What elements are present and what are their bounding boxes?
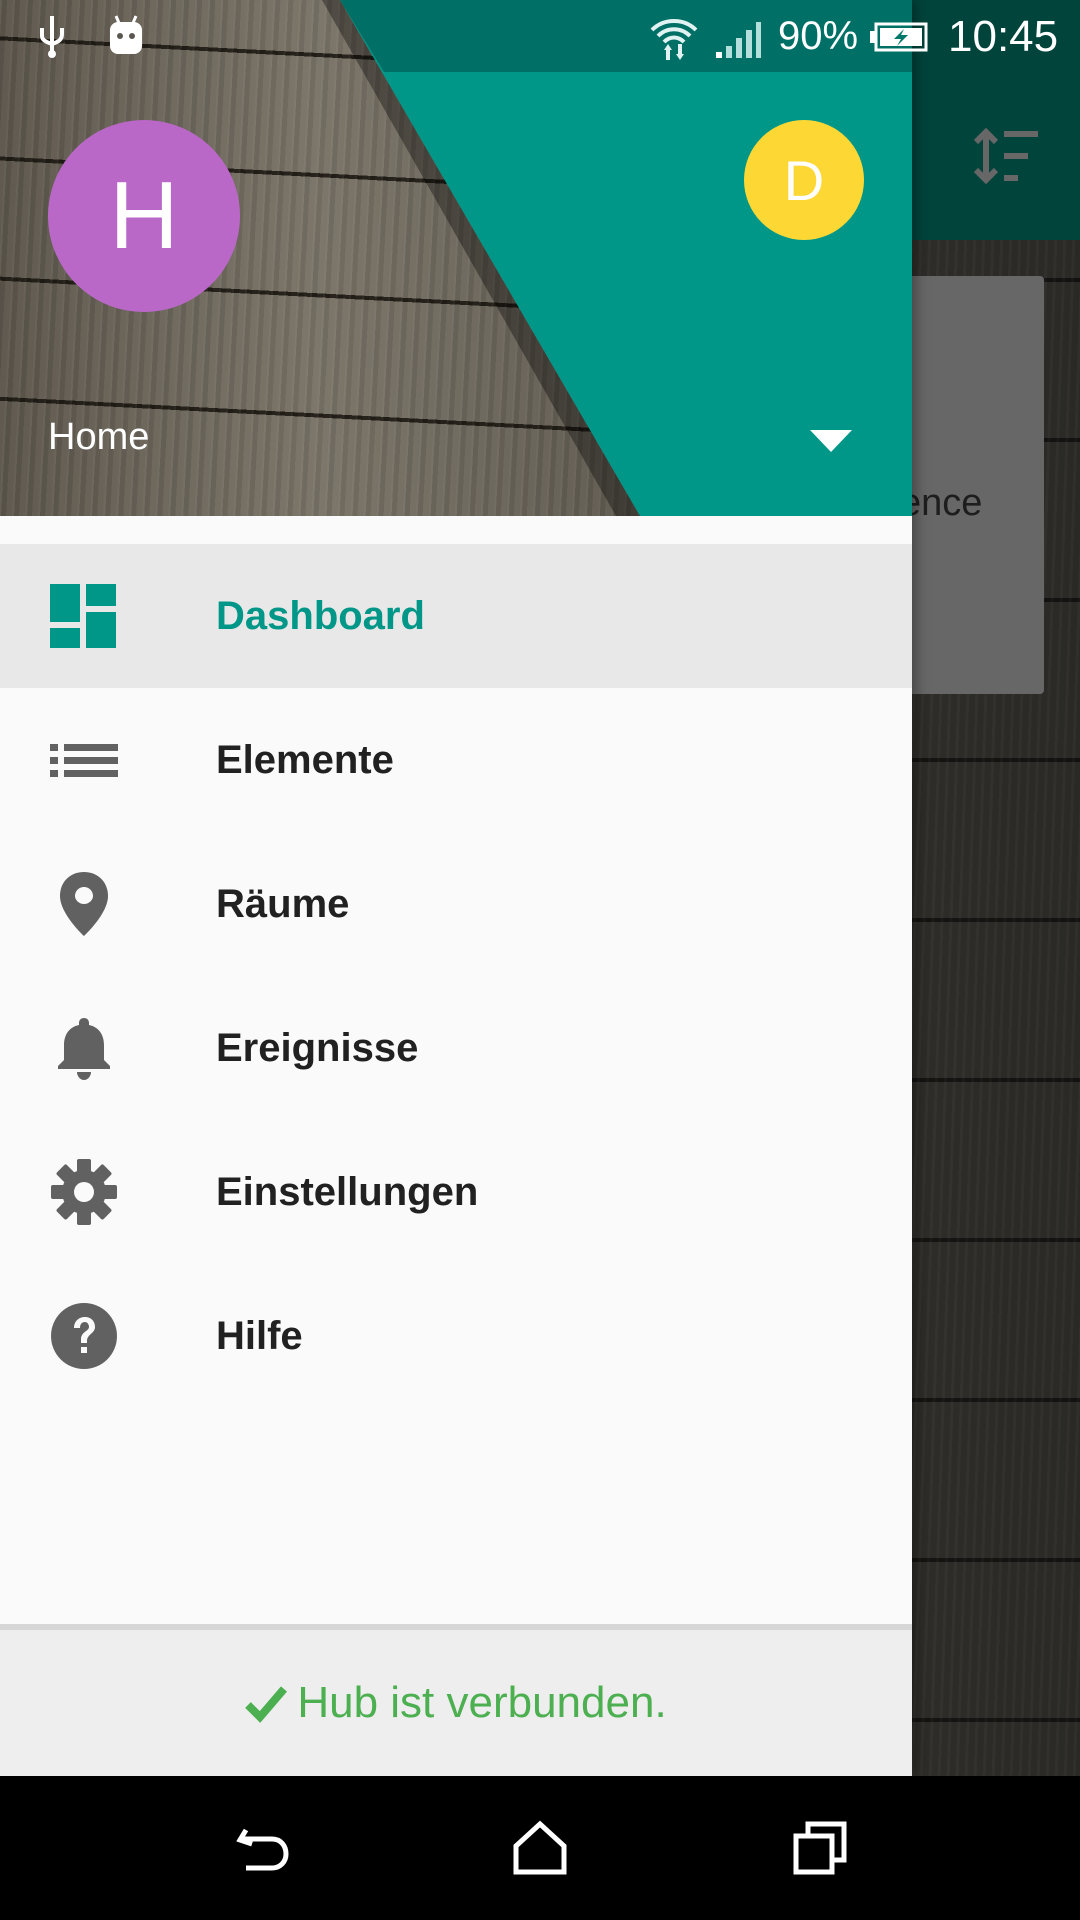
back-icon[interactable] [232,1818,292,1878]
system-navigation-bar [0,1776,1080,1920]
account-avatar-letter: H [109,162,179,269]
account-avatar[interactable]: H [48,120,240,312]
menu-item-label: Räume [216,881,350,926]
menu-item-einstellungen[interactable]: Einstellungen [0,1120,912,1264]
drawer-header: H D Home [0,0,912,516]
connection-status-text: Hub ist verbunden. [297,1678,667,1727]
menu-item-elemente[interactable]: Elemente [0,688,912,832]
navigation-drawer: H D Home Dashboard Elemente Räume Ereign… [0,0,912,1776]
list-icon [50,744,118,777]
chevron-down-icon[interactable] [810,430,852,454]
menu-item-label: Hilfe [216,1313,303,1358]
android-debug-icon [110,15,142,54]
menu-item-label: Ereignisse [216,1025,419,1070]
menu-item-ereignisse[interactable]: Ereignisse [0,976,912,1120]
menu-item-dashboard[interactable]: Dashboard [0,544,912,688]
menu-item-hilfe[interactable]: Hilfe [0,1264,912,1408]
menu-item-raeume[interactable]: Räume [0,832,912,976]
menu-item-label: Einstellungen [216,1169,479,1214]
checkmark-icon [245,1686,288,1723]
dashboard-icon [50,584,116,648]
battery-charging-icon [870,22,928,52]
usb-icon [40,16,64,58]
menu-item-label: Dashboard [216,593,425,638]
battery-percent: 90% [778,14,859,58]
location-pin-icon [60,872,108,936]
connection-status-footer: Hub ist verbunden. [0,1630,912,1776]
menu-item-label: Elemente [216,737,394,782]
status-time: 10:45 [948,12,1059,61]
secondary-account-avatar-letter: D [783,148,825,212]
secondary-account-avatar[interactable]: D [744,120,864,240]
help-icon [51,1303,117,1369]
bell-icon [58,1018,110,1080]
gear-icon [51,1159,117,1225]
wifi-icon [650,19,698,60]
cell-signal-icon [716,22,761,58]
account-name: Home [48,416,150,458]
drawer-menu: Dashboard Elemente Räume Ereignisse Eins… [0,544,912,1408]
home-icon[interactable] [510,1818,570,1878]
recents-icon[interactable] [790,1818,850,1878]
